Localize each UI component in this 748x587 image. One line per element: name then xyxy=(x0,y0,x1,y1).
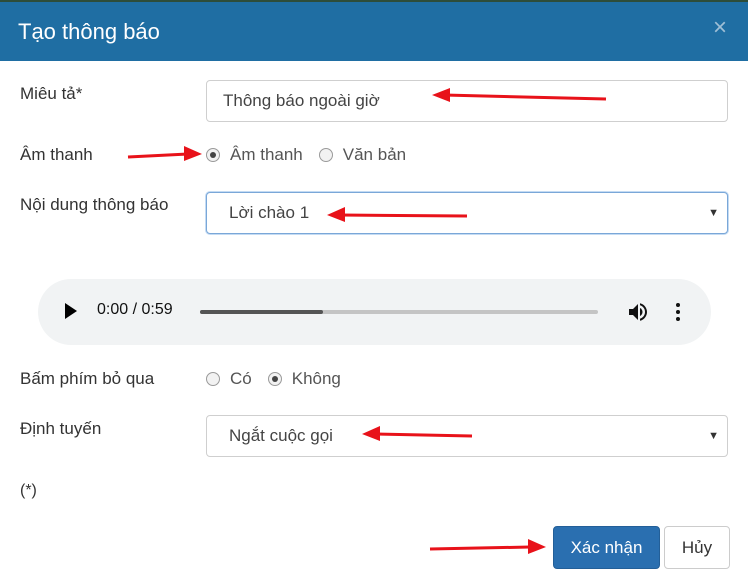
modal-title: Tạo thông báo xyxy=(18,19,160,44)
chevron-down-icon: ▼ xyxy=(708,207,719,219)
sound-type-radio-group: Âm thanh Văn bản xyxy=(206,142,422,167)
radio-option-no[interactable]: Không xyxy=(267,368,341,389)
radio-button-text[interactable] xyxy=(318,147,333,162)
annotation-arrow-description xyxy=(432,88,607,102)
confirm-button[interactable]: Xác nhận xyxy=(553,526,660,569)
modal-header: Tạo thông báo × xyxy=(0,0,748,61)
radio-button-no[interactable] xyxy=(267,371,282,386)
audio-progress-fill xyxy=(200,310,324,314)
audio-player: 0:00 / 0:59 xyxy=(38,279,711,345)
radio-label-yes: Có xyxy=(230,368,252,388)
volume-icon[interactable] xyxy=(626,300,650,324)
required-note: (*) xyxy=(20,482,37,499)
play-icon[interactable] xyxy=(65,303,77,319)
annotation-arrow-sound-type xyxy=(127,146,202,161)
annotation-arrow-confirm xyxy=(429,539,546,554)
radio-button-yes[interactable] xyxy=(206,371,220,386)
description-label: Miêu tả* xyxy=(20,84,83,103)
more-vertical-icon[interactable] xyxy=(670,300,686,324)
skip-key-radio-group: Có Không xyxy=(206,366,357,391)
radio-option-yes[interactable]: Có xyxy=(206,369,252,389)
radio-label-text: Văn bản xyxy=(342,144,407,164)
routing-select-value: Ngắt cuộc gọi xyxy=(229,426,333,445)
cancel-button[interactable]: Hủy xyxy=(664,526,730,569)
radio-label-audio: Âm thanh xyxy=(230,144,303,164)
content-label: Nội dung thông báo xyxy=(20,195,169,214)
sound-type-label: Âm thanh xyxy=(20,145,93,164)
close-icon[interactable]: × xyxy=(710,16,730,40)
audio-progress-bar[interactable] xyxy=(200,310,598,314)
radio-option-audio[interactable]: Âm thanh xyxy=(206,145,303,165)
content-select-value: Lời chào 1 xyxy=(229,203,310,222)
chevron-down-icon: ▼ xyxy=(708,430,719,442)
radio-button-audio[interactable] xyxy=(206,147,220,162)
audio-time: 0:00 / 0:59 xyxy=(97,301,173,318)
radio-label-no: Không xyxy=(291,368,341,388)
annotation-arrow-content xyxy=(327,207,468,222)
routing-label: Định tuyến xyxy=(20,419,102,438)
annotation-arrow-routing xyxy=(362,426,473,441)
radio-option-text[interactable]: Văn bản xyxy=(318,144,407,165)
skip-key-label: Bấm phím bỏ qua xyxy=(20,369,155,388)
